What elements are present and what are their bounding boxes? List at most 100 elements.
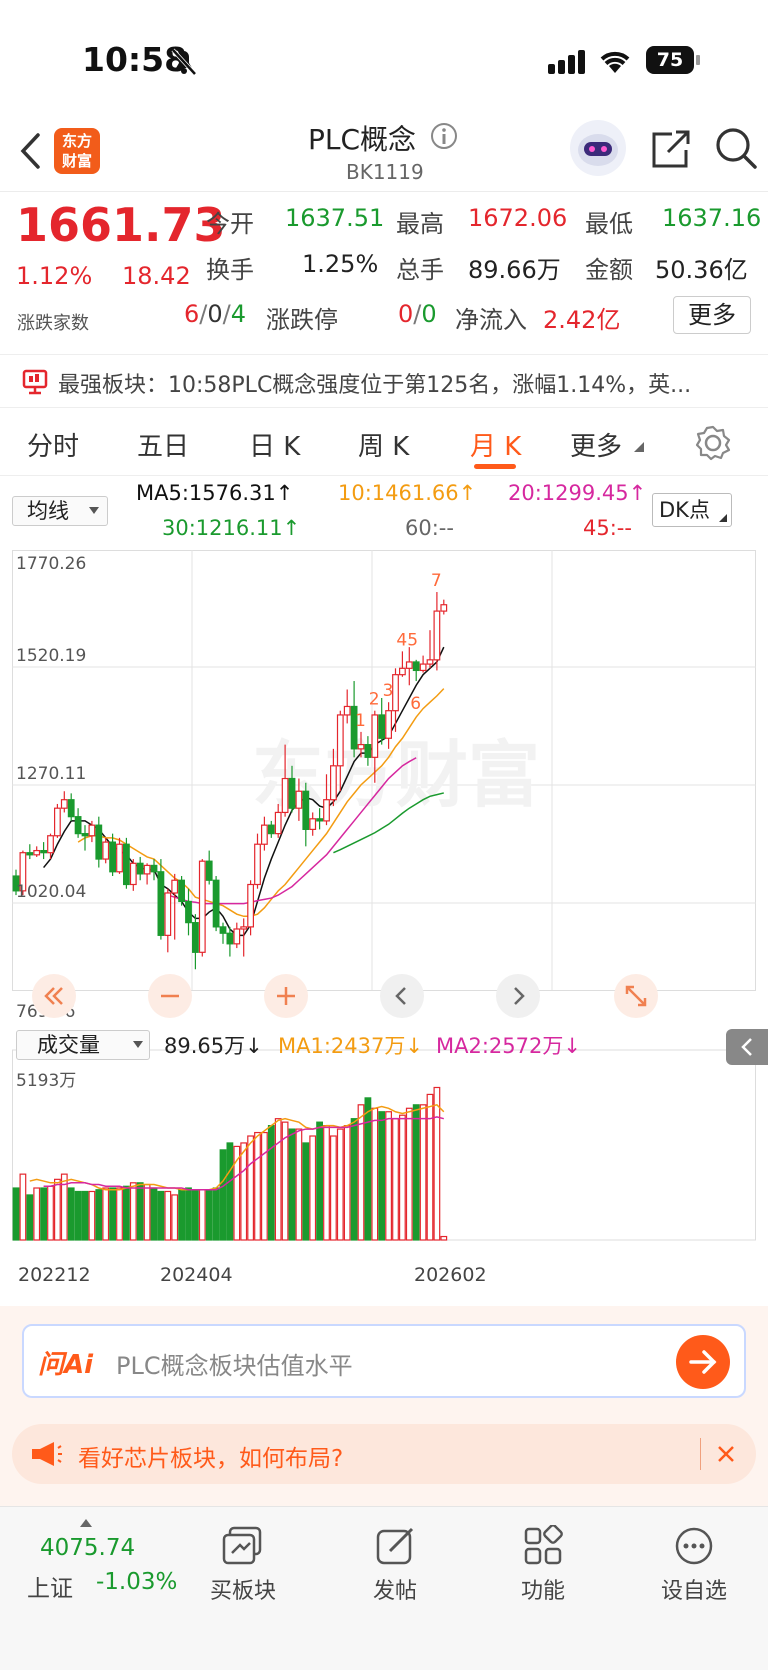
- breadth-flat: 0: [207, 300, 223, 328]
- volume-bar: [226, 1142, 234, 1241]
- volume-current: 89.65万↓: [164, 1034, 263, 1058]
- index-value[interactable]: 4075.74: [40, 1535, 135, 1561]
- candle-body: [392, 674, 399, 712]
- nav-header: 东方 财富 PLC概念 BK1119: [0, 110, 768, 192]
- candle-body: [95, 824, 103, 860]
- volume-bar: [81, 1190, 89, 1241]
- functions-button[interactable]: 功能: [508, 1524, 578, 1615]
- fullscreen-button[interactable]: [614, 974, 658, 1018]
- banner-text: 最强板块：10:58PLC概念强度位于第125名，涨幅1.14%，英...: [58, 367, 691, 399]
- volume-bar: [288, 1128, 296, 1241]
- share-icon[interactable]: [650, 128, 692, 170]
- volume-bar: [385, 1111, 392, 1241]
- kline-chart-area: 均线 MA5:1576.31↑ 10:1461.66↑ 20:1299.45↑ …: [0, 476, 768, 1306]
- volume-bar: [419, 1104, 427, 1241]
- candle-body: [164, 892, 172, 936]
- volume-bar: [399, 1114, 406, 1241]
- ma-select[interactable]: 均线: [12, 496, 108, 526]
- candle-body: [261, 824, 268, 845]
- candle-body: [295, 790, 303, 809]
- bottom-nav: 4075.74 上证 -1.03% 买板块 发帖 功能 设自选: [0, 1506, 768, 1670]
- tab-week-k[interactable]: 周 K: [358, 426, 409, 463]
- candle-body: [281, 777, 289, 814]
- zoom-in-button[interactable]: [264, 974, 308, 1018]
- amount-value: 50.36亿: [655, 256, 748, 284]
- up-caret-icon: [80, 1519, 92, 1527]
- turnover-value: 1.25%: [302, 250, 379, 278]
- volume-value: 89.66万: [468, 256, 561, 284]
- ask-ai-input[interactable]: 问Ai PLC概念板块估值水平: [22, 1324, 746, 1398]
- back-icon[interactable]: [18, 132, 42, 170]
- tab-intraday[interactable]: 分时: [27, 426, 79, 463]
- info-icon[interactable]: [430, 122, 458, 150]
- candle-body: [150, 864, 158, 873]
- last-price: 1661.73: [16, 198, 226, 252]
- add-watchlist-button[interactable]: 设自选: [654, 1525, 734, 1615]
- caret-icon: [634, 442, 644, 452]
- volume-ma2: MA2:2572万↓: [436, 1034, 581, 1058]
- volume-bar: [157, 1190, 165, 1241]
- volume-bar: [205, 1189, 213, 1241]
- candle-body: [47, 835, 54, 854]
- volume-bar: [67, 1187, 75, 1241]
- battery-level: 75: [656, 49, 684, 71]
- volume-bar: [261, 1131, 268, 1241]
- ranking-icon: [22, 369, 48, 395]
- post-button[interactable]: 发帖: [360, 1525, 430, 1615]
- candle-body: [426, 659, 434, 665]
- volume-bar: [53, 1178, 61, 1241]
- volume-bar: [102, 1187, 110, 1241]
- candle-body: [81, 833, 89, 837]
- logo-line-2: 财富: [61, 152, 92, 170]
- index-name[interactable]: 上证: [27, 1569, 73, 1603]
- candle-body: [157, 871, 165, 936]
- limit-label: 涨跌停: [266, 306, 338, 334]
- candle-body: [399, 667, 406, 676]
- status-bar: 10:58 75: [0, 0, 768, 110]
- ma5-value: MA5:1576.31↑: [136, 481, 294, 505]
- y-tick-1: 1770.26: [16, 554, 87, 574]
- tab-more[interactable]: 更多: [570, 426, 622, 463]
- tab-month-k[interactable]: 月 K: [470, 426, 521, 463]
- zoom-out-button[interactable]: [148, 974, 192, 1018]
- candle-body: [357, 744, 365, 750]
- volume-bar: [122, 1185, 130, 1241]
- tab-five-day[interactable]: 五日: [137, 426, 189, 463]
- candle-body: [371, 714, 379, 758]
- ma45-value: 45:--: [583, 516, 632, 540]
- candle-body: [109, 841, 117, 873]
- candle-body: [136, 862, 144, 875]
- prev-button[interactable]: [380, 974, 424, 1018]
- gear-icon[interactable]: [694, 424, 732, 462]
- send-button[interactable]: [676, 1335, 730, 1389]
- volume-bar: [330, 1135, 337, 1241]
- dk-button[interactable]: DK点: [652, 493, 732, 527]
- tab-day-k[interactable]: 日 K: [249, 426, 300, 463]
- candle-body: [143, 864, 151, 875]
- chevron-left-icon: [395, 987, 406, 1005]
- search-icon[interactable]: [714, 126, 758, 170]
- volume-select[interactable]: 成交量: [16, 1030, 150, 1060]
- next-button[interactable]: [496, 974, 540, 1018]
- ask-placeholder: PLC概念板块估值水平: [116, 1352, 353, 1380]
- candle-body: [226, 932, 234, 945]
- active-tab-indicator: [474, 464, 516, 469]
- board-code: BK1119: [346, 160, 424, 184]
- more-button[interactable]: 更多: [673, 296, 751, 334]
- candle-body: [254, 843, 261, 886]
- close-icon[interactable]: [716, 1444, 736, 1464]
- ai-brand: 问Ai: [38, 1350, 94, 1380]
- promo-banner[interactable]: 看好芯片板块，如何布局?: [12, 1424, 756, 1484]
- breadth-values: 6/0/4: [184, 300, 247, 328]
- x-tick-2: 202404: [160, 1264, 233, 1286]
- collapse-panel-button[interactable]: [726, 1029, 768, 1065]
- volume-bar: [171, 1194, 179, 1241]
- robot-avatar[interactable]: [570, 120, 626, 176]
- scroll-left-button[interactable]: [32, 974, 76, 1018]
- candle-body: [316, 818, 323, 822]
- index-change[interactable]: -1.03%: [96, 1569, 177, 1595]
- buy-board-button[interactable]: 买板块: [208, 1525, 278, 1615]
- low-label: 最低: [585, 210, 633, 238]
- strongest-board-banner[interactable]: 最强板块：10:58PLC概念强度位于第125名，涨幅1.14%，英...: [0, 354, 768, 408]
- edit-icon: [376, 1527, 414, 1565]
